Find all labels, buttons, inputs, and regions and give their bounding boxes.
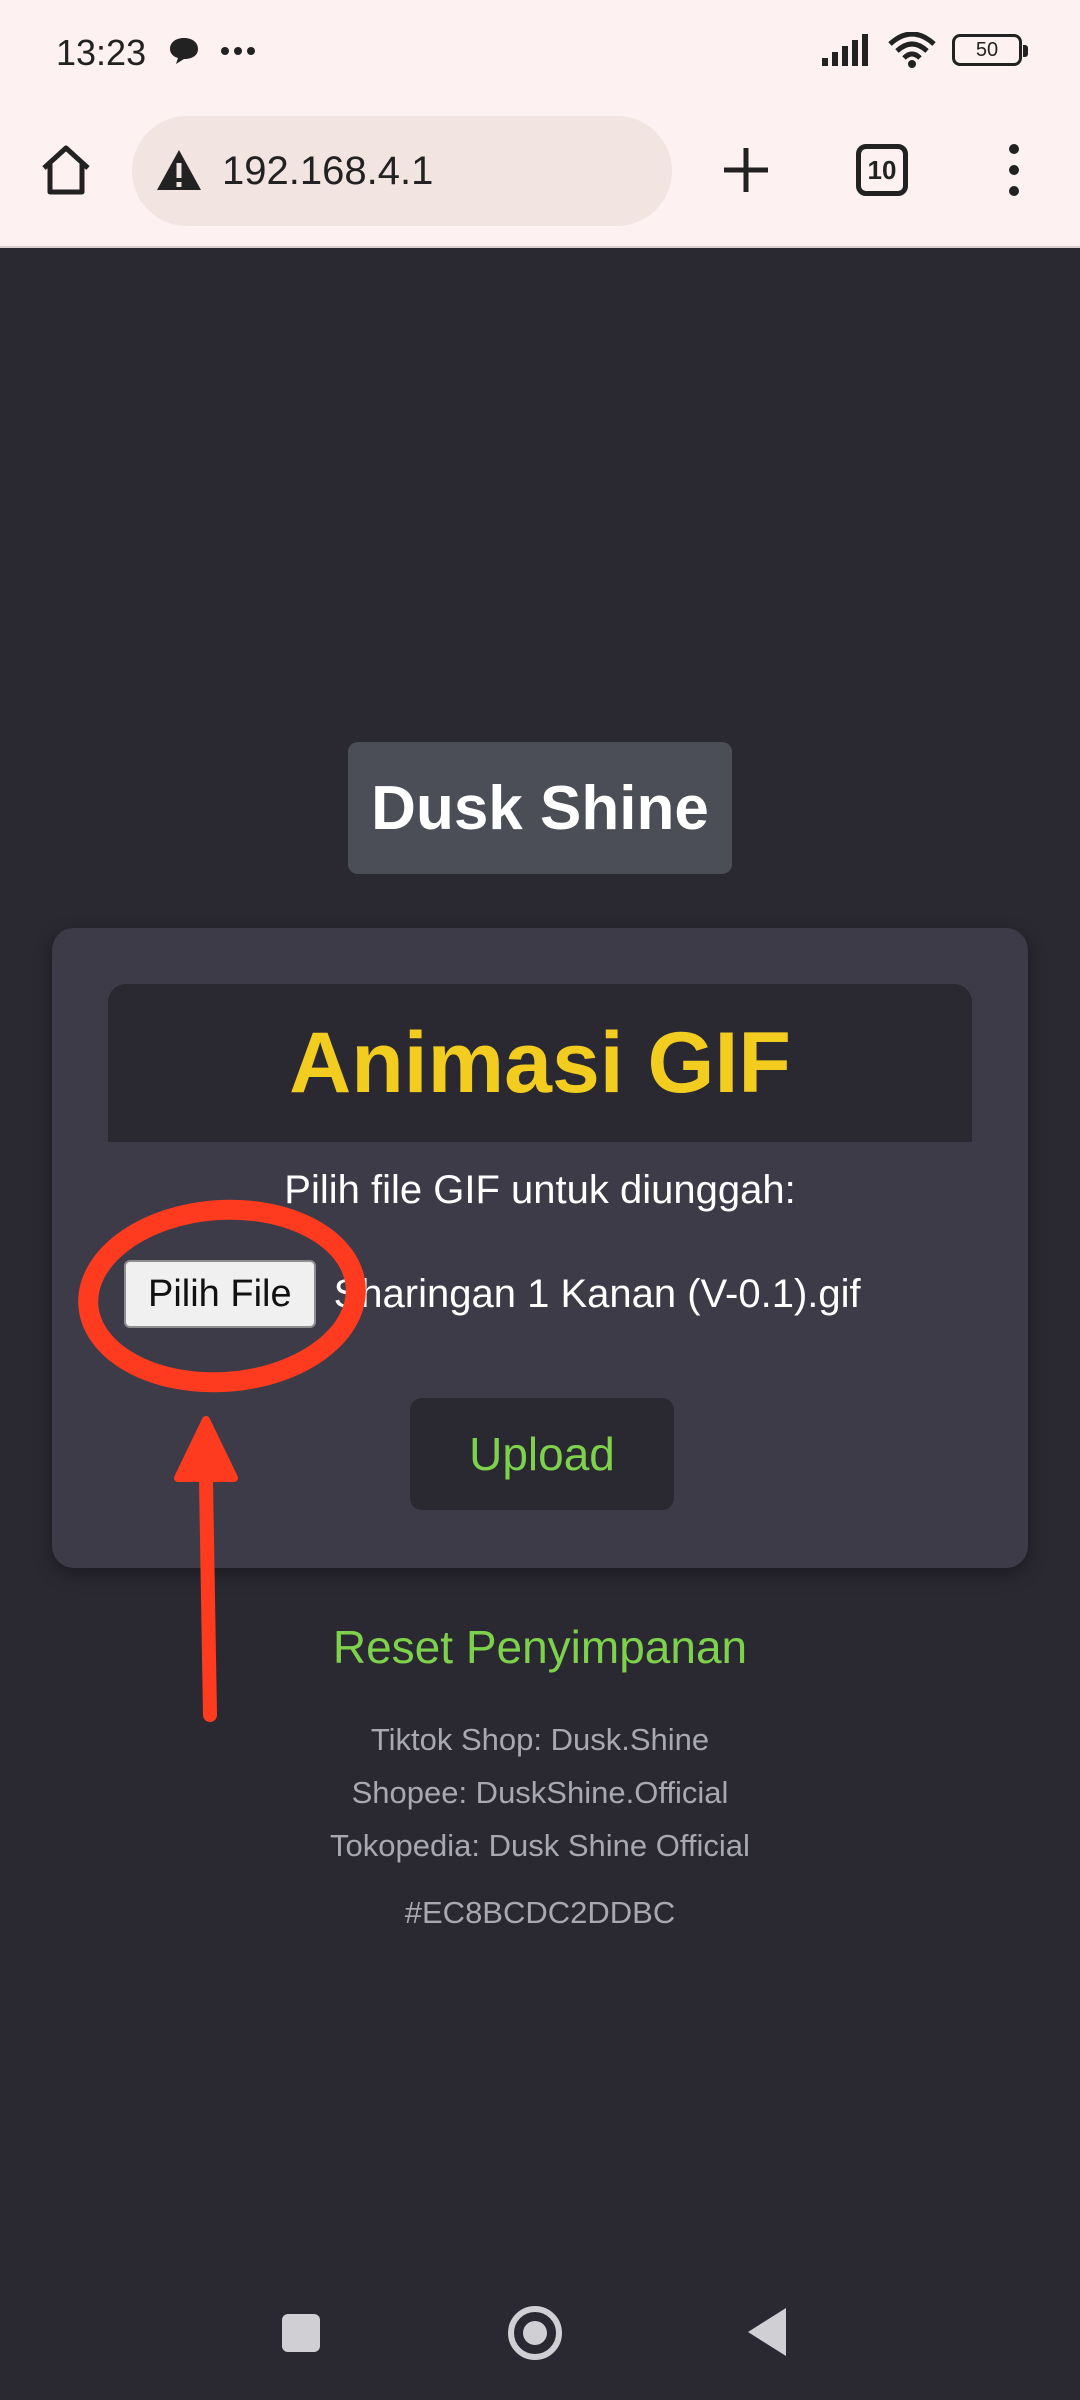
choose-file-button[interactable]: Pilih File — [124, 1260, 316, 1328]
tab-count: 10 — [867, 154, 897, 185]
wifi-icon — [888, 32, 936, 68]
home-icon[interactable] — [36, 140, 96, 200]
menu-icon[interactable] — [996, 140, 1032, 200]
device-id: #EC8BCDC2DDBC — [404, 1895, 676, 1930]
reset-storage-link[interactable]: Reset Penyimpanan — [0, 1620, 1080, 1674]
status-bar: 13:23 50 — [0, 0, 1080, 110]
footer-shopee: Shopee: DuskShine.Official — [351, 1775, 729, 1810]
brand-title: Dusk Shine — [348, 742, 732, 874]
footer-tiktok: Tiktok Shop: Dusk.Shine — [370, 1722, 710, 1757]
back-icon[interactable] — [748, 2308, 786, 2356]
url-text: 192.168.4.1 — [222, 148, 434, 193]
card-title: Animasi GIF — [108, 984, 972, 1142]
card-prompt: Pilih file GIF untuk diunggah: — [284, 1168, 796, 1212]
footer-tokopedia: Tokopedia: Dusk Shine Official — [330, 1828, 750, 1863]
status-right-icons: 50 — [822, 32, 1028, 68]
home-circle-icon[interactable] — [508, 2306, 562, 2360]
recents-icon[interactable] — [282, 2314, 320, 2352]
address-bar[interactable]: 192.168.4.1 — [132, 116, 672, 226]
browser-toolbar: 192.168.4.1 10 — [0, 110, 1080, 248]
upload-card: Animasi GIF Pilih file GIF untuk diungga… — [52, 928, 1028, 1568]
upload-button[interactable]: Upload — [410, 1398, 674, 1510]
status-time: 13:23 — [56, 32, 147, 73]
battery-level: 50 — [975, 38, 999, 61]
chat-bubble-icon — [170, 38, 198, 64]
system-nav-bar — [0, 2260, 1080, 2400]
selected-file-name: Sharingan 1 Kanan (V-0.1).gif — [333, 1271, 861, 1316]
signal-icon — [822, 34, 868, 66]
plus-icon[interactable] — [716, 140, 776, 200]
status-left-icons — [168, 36, 256, 66]
battery-icon: 50 — [952, 34, 1028, 66]
warning-icon[interactable] — [154, 146, 204, 196]
file-input[interactable]: Pilih File Sharingan 1 Kanan (V-0.1).gif — [124, 1260, 861, 1328]
more-dots-icon — [221, 47, 255, 55]
tabs-icon[interactable]: 10 — [856, 144, 908, 196]
